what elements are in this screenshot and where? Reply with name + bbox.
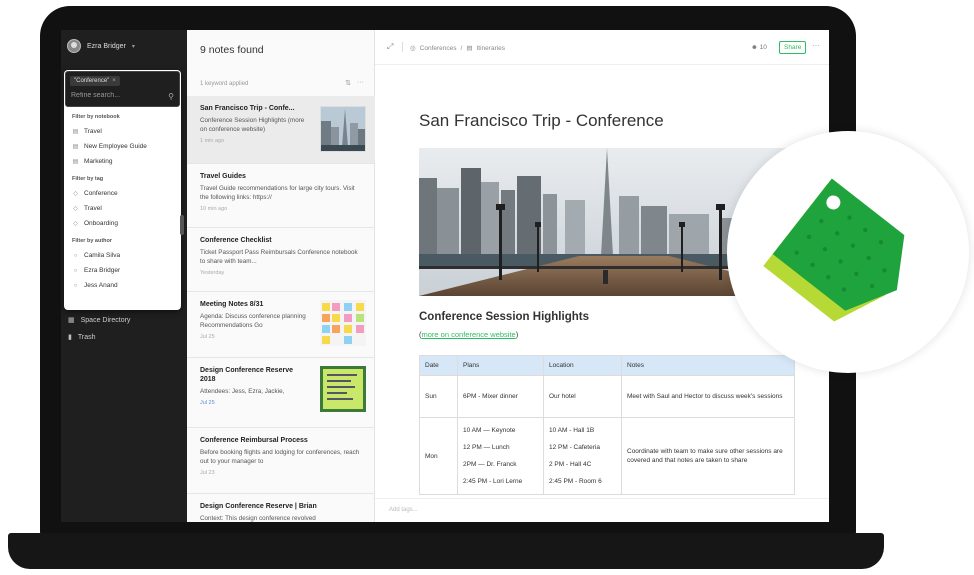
laptop-base: [8, 533, 884, 569]
chevron-down-icon: ▾: [131, 43, 135, 50]
search-icon[interactable]: ⚲: [168, 92, 174, 101]
sidebar-scrollbar[interactable]: [180, 215, 184, 235]
share-button[interactable]: Share: [779, 41, 807, 54]
breadcrumb-conferences[interactable]: Conferences: [420, 45, 457, 52]
search-box: "Conference"× ⚲: [65, 71, 180, 107]
person-icon: ○: [73, 252, 78, 259]
conference-website-link[interactable]: more on conference website: [422, 330, 516, 339]
search-filter-popup: "Conference"× ⚲ Filter by notebook ▤Trav…: [64, 70, 181, 310]
column-header: Location: [543, 355, 622, 376]
filter-item-ezra-bridger[interactable]: ○ Ezra Bridger: [72, 263, 173, 278]
account-switcher[interactable]: Ezra Bridger ▾: [67, 39, 135, 53]
table-cell[interactable]: Coordinate with team to make sure other …: [621, 417, 795, 495]
tag-icon: ◇: [73, 206, 78, 212]
expand-icon[interactable]: ⤢: [387, 42, 393, 52]
building-icon: ▦: [68, 317, 75, 324]
notebook-icon: ▤: [466, 45, 473, 52]
filter-heading: Filter by author: [72, 238, 113, 244]
notebook-icon: ▤: [72, 129, 79, 135]
section-heading: Conference Session Highlights: [419, 311, 589, 323]
trash-icon: ▮: [68, 334, 72, 341]
list-item[interactable]: Travel Guides Travel Guide recommendatio…: [187, 164, 375, 228]
sidebar: Ezra Bridger ▾ "Conference"× ⚲ Filter by…: [61, 30, 187, 522]
results-count: 9 notes found: [200, 44, 264, 56]
divider: [402, 42, 403, 52]
person-icon: ○: [73, 282, 78, 289]
search-input[interactable]: [71, 92, 163, 99]
notebook-stack-icon: ◎: [410, 45, 416, 52]
tag-badge: [727, 131, 969, 373]
filter-item-conference-tag[interactable]: ◇ Conference: [72, 186, 173, 201]
filter-heading: Filter by tag: [72, 176, 104, 182]
breadcrumb-separator: /: [460, 44, 463, 52]
editor-toolbar: ⤢ ◎ Conferences / ▤ Itineraries ☻ 10 Sha…: [375, 30, 829, 65]
tags-icon: [763, 178, 905, 322]
tags-input[interactable]: Add tags...: [389, 507, 418, 513]
city-thumbnail: [320, 106, 366, 152]
tags-bar[interactable]: Add tags...: [375, 498, 829, 522]
note-card-selected[interactable]: San Francisco Trip - Confe... Conference…: [187, 96, 375, 164]
table-cell[interactable]: 6PM - Mixer dinner: [457, 375, 544, 418]
filter-item-onboarding-tag[interactable]: ◇ Onboarding: [72, 216, 173, 231]
filter-by-tag: Filter by tag ◇ Conference ◇ Travel ◇ Onboa…: [64, 176, 181, 231]
breadcrumb-itineraries[interactable]: Itineraries: [477, 45, 506, 52]
notebook-icon: ▤: [72, 159, 79, 165]
filter-item-new-employee-guide[interactable]: ▤ New Employee Guide: [72, 139, 173, 154]
tag-icon: ◇: [73, 191, 78, 197]
note-title[interactable]: San Francisco Trip - Conference: [419, 111, 664, 131]
user-name: Ezra Bridger: [87, 42, 126, 50]
filter-item-marketing[interactable]: ▤ Marketing: [72, 154, 173, 169]
sidebar-item-trash[interactable]: ▮ Trash: [68, 333, 96, 342]
filter-item-travel-notebook[interactable]: ▤ Travel: [72, 124, 173, 139]
table-cell[interactable]: Meet with Saul and Hector to discuss wee…: [621, 375, 795, 418]
shared-users[interactable]: ☻ 10: [751, 44, 767, 51]
more-icon[interactable]: ···: [357, 79, 364, 87]
list-item[interactable]: Design Conference Reserve 2018 Attendees…: [187, 358, 375, 428]
notebook-icon: ▤: [72, 144, 79, 150]
column-header: Plans: [457, 355, 544, 376]
link-paragraph: (more on conference website): [419, 330, 519, 339]
filter-item-camila-silva[interactable]: ○ Camila Silva: [72, 248, 173, 263]
list-item[interactable]: Meeting Notes 8/31 Agenda: Discuss confe…: [187, 292, 375, 358]
filter-item-travel-tag[interactable]: ◇ Travel: [72, 201, 173, 216]
filter-by-notebook: Filter by notebook ▤ Travel ▤ New Employee…: [64, 114, 181, 169]
list-item[interactable]: Conference Checklist Ticket Passport Pas…: [187, 228, 375, 292]
list-item[interactable]: Design Conference Reserve | Brian Contex…: [187, 494, 375, 522]
more-actions-icon[interactable]: ···: [812, 41, 820, 50]
app-window: Ezra Bridger ▾ "Conference"× ⚲ Filter by…: [61, 30, 829, 522]
filter-item-jess-anand[interactable]: ○ Jess Anand: [72, 278, 173, 293]
avatar: [67, 39, 81, 53]
sidebar-item-space-directory[interactable]: ▦ Space Directory: [68, 316, 130, 325]
keyword-info: 1 keyword applied: [200, 81, 249, 87]
filter-heading: Filter by notebook: [72, 114, 120, 120]
schedule-table: Date Plans Location Notes Sun 6PM - Mixe…: [419, 355, 795, 495]
list-item[interactable]: Conference Reimbursal Process Before boo…: [187, 428, 375, 494]
table-row: Sun 6PM - Mixer dinner Our hotel Meet wi…: [419, 375, 795, 418]
breadcrumb: ◎ Conferences / ▤ Itineraries: [410, 44, 506, 53]
table-cell[interactable]: Sun: [419, 375, 458, 418]
sort-icon[interactable]: ⇅: [345, 79, 351, 87]
note-list: 9 notes found 1 keyword applied ⇅ ··· Sa…: [187, 30, 375, 522]
list-options: ⇅ ···: [345, 79, 364, 87]
keyword-chip[interactable]: "Conference" ×: [70, 76, 120, 86]
table-row: Mon 10 AM — Keynote 12 PM — Lunch 2PM — …: [419, 417, 795, 495]
table-cell[interactable]: 10 AM — Keynote 12 PM — Lunch 2PM — Dr. …: [457, 417, 544, 495]
table-cell[interactable]: Our hotel: [543, 375, 622, 418]
table-cell[interactable]: 10 AM - Hall 1B 12 PM - Cafeteria 2 PM -…: [543, 417, 622, 495]
table-cell[interactable]: Mon: [419, 417, 458, 495]
person-icon: ○: [73, 267, 78, 274]
whiteboard-thumbnail: [320, 366, 366, 412]
tag-icon: ◇: [73, 221, 78, 227]
filter-by-author: Filter by author ○ Camila Silva ○ Ezra Bri…: [64, 238, 181, 293]
close-icon[interactable]: ×: [112, 78, 116, 84]
column-header: Date: [419, 355, 458, 376]
people-icon: ☻: [751, 44, 758, 51]
sticky-notes-thumbnail: [320, 300, 366, 346]
